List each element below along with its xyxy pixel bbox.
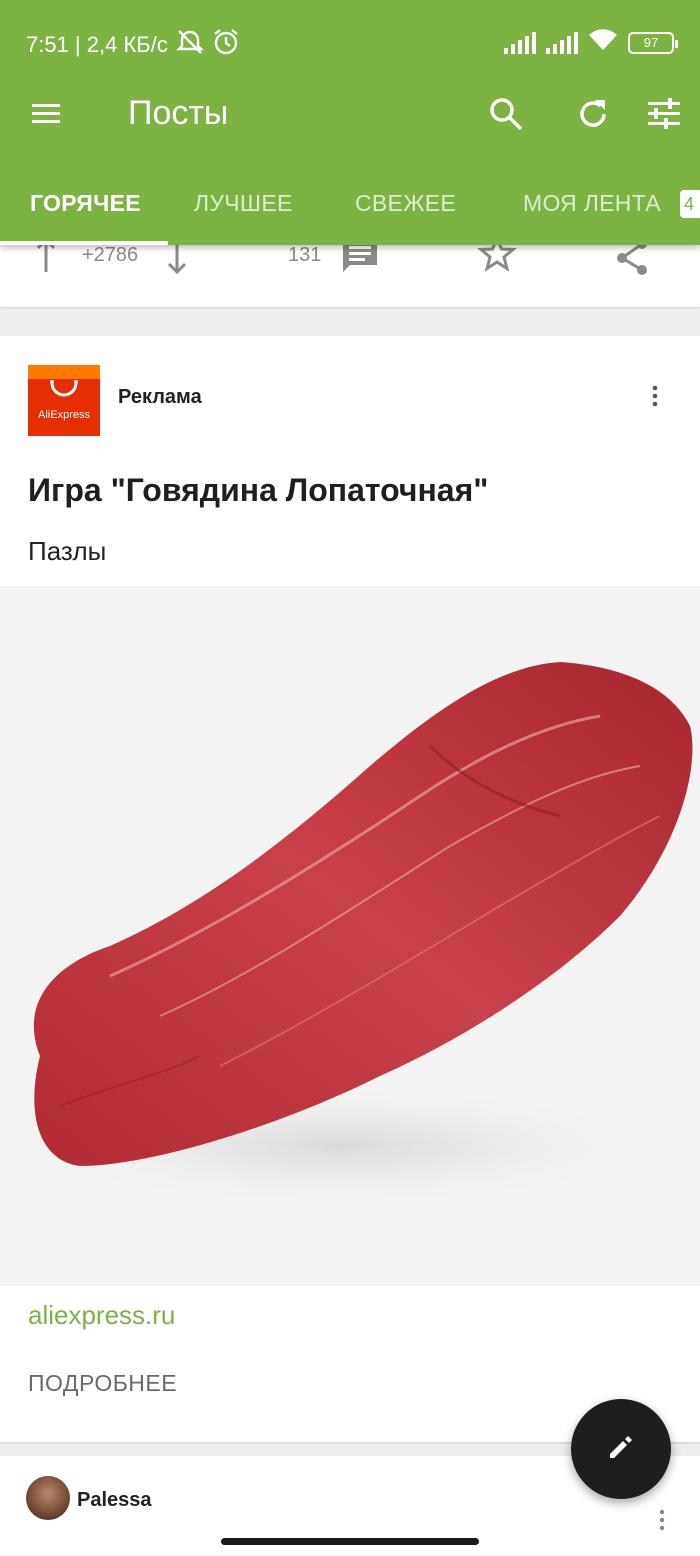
tab-indicator — [0, 241, 168, 245]
more-vert-icon-next[interactable] — [650, 1508, 674, 1537]
tab-badge: 4 — [680, 190, 700, 218]
menu-icon[interactable] — [30, 94, 70, 134]
avatar[interactable] — [26, 1476, 70, 1520]
alarm-clock-icon — [212, 28, 240, 62]
more-vert-icon[interactable] — [640, 384, 670, 408]
wifi-icon — [588, 28, 618, 57]
author-name[interactable]: Palessa — [77, 1489, 152, 1512]
tab-best[interactable]: ЛУЧШЕЕ — [194, 190, 293, 217]
toolbar: Посты — [0, 84, 700, 144]
tab-fresh[interactable]: СВЕЖЕЕ — [355, 190, 456, 217]
page-title: Посты — [128, 94, 229, 132]
tab-hot[interactable]: ГОРЯЧЕЕ — [30, 190, 141, 217]
search-icon[interactable] — [482, 90, 530, 138]
post-title[interactable]: Игра "Говядина Лопаточная" — [28, 472, 488, 509]
rating-value: +2786 — [82, 244, 139, 266]
logo-text: AliExpress — [38, 409, 90, 421]
more-button[interactable]: ПОДРОБНЕЕ — [28, 1370, 177, 1397]
signal-icon — [504, 31, 536, 54]
ad-post-card: AliExpress Реклама Игра "Говядина Лопато… — [0, 336, 700, 1442]
filter-icon[interactable] — [640, 90, 688, 138]
sponsor-label: Реклама — [118, 386, 202, 408]
aliexpress-logo[interactable]: AliExpress — [28, 365, 100, 436]
signal-icon-2 — [546, 31, 578, 54]
status-time: 7:51 | 2,4 КБ/с — [26, 32, 168, 57]
comments-count: 131 — [288, 244, 322, 266]
home-indicator[interactable] — [221, 1538, 479, 1545]
screen: +2786 131 7:51 | 2,4 КБ/с 97 Посты ГОРЯЧ… — [0, 0, 700, 1556]
alarm-off-icon — [175, 28, 204, 62]
battery-icon: 97 — [628, 31, 678, 54]
tab-my-feed[interactable]: МОЯ ЛЕНТА — [523, 190, 661, 217]
status-bar: 7:51 | 2,4 КБ/с 97 — [0, 0, 700, 84]
beef-image[interactable] — [0, 586, 700, 1286]
ad-link[interactable]: aliexpress.ru — [28, 1300, 175, 1331]
refresh-icon[interactable] — [569, 90, 617, 138]
post-subtitle: Пазлы — [28, 536, 107, 566]
edit-icon — [606, 1432, 636, 1467]
tab-bar: ГОРЯЧЕЕ ЛУЧШЕЕ СВЕЖЕЕ МОЯ ЛЕНТА — [0, 170, 700, 245]
edit-fab-button[interactable] — [571, 1399, 671, 1499]
app-bar: 7:51 | 2,4 КБ/с 97 Посты ГОРЯЧЕЕ ЛУЧШЕЕ … — [0, 0, 700, 245]
